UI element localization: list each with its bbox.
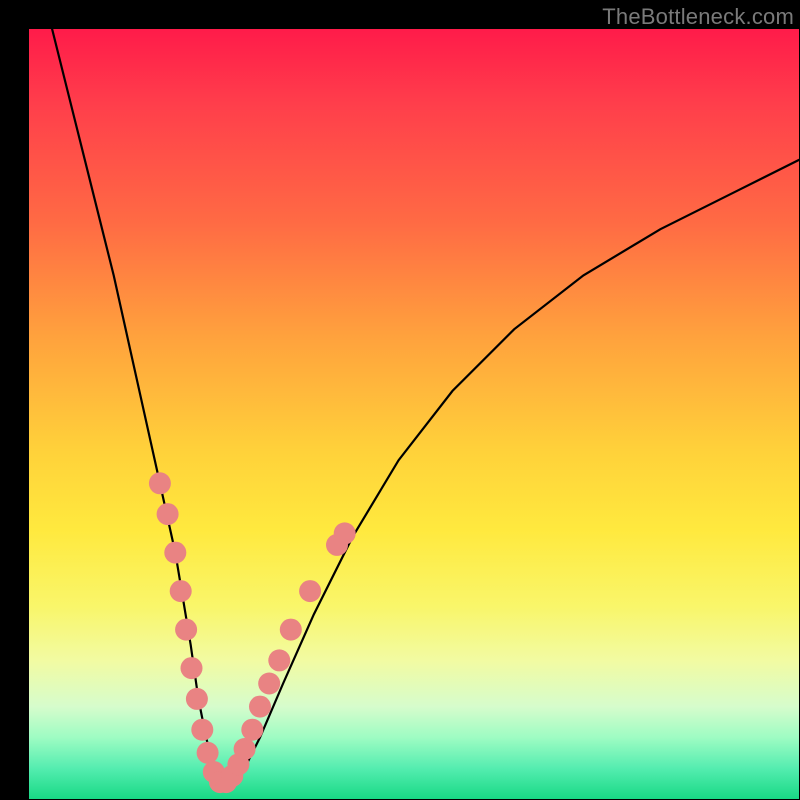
highlight-dot [149, 472, 171, 494]
watermark-text: TheBottleneck.com [602, 4, 794, 30]
highlight-dot [191, 719, 213, 741]
highlight-dot [164, 542, 186, 564]
highlight-dot [280, 619, 302, 641]
highlight-dot [170, 580, 192, 602]
chart-frame: TheBottleneck.com [0, 0, 800, 800]
highlight-dot [268, 649, 290, 671]
highlight-dot [241, 719, 263, 741]
highlight-dot [181, 657, 203, 679]
highlight-dot [186, 688, 208, 710]
highlight-dot [175, 619, 197, 641]
bottleneck-curve-svg [29, 29, 799, 799]
highlight-dot [234, 738, 256, 760]
highlight-dot [258, 673, 280, 695]
highlight-dot [299, 580, 321, 602]
highlight-dot-group [149, 472, 356, 793]
highlight-dot [249, 696, 271, 718]
plot-area [29, 29, 799, 799]
highlight-dot [157, 503, 179, 525]
highlight-dot [197, 742, 219, 764]
bottleneck-curve-path [52, 29, 799, 784]
highlight-dot [334, 522, 356, 544]
